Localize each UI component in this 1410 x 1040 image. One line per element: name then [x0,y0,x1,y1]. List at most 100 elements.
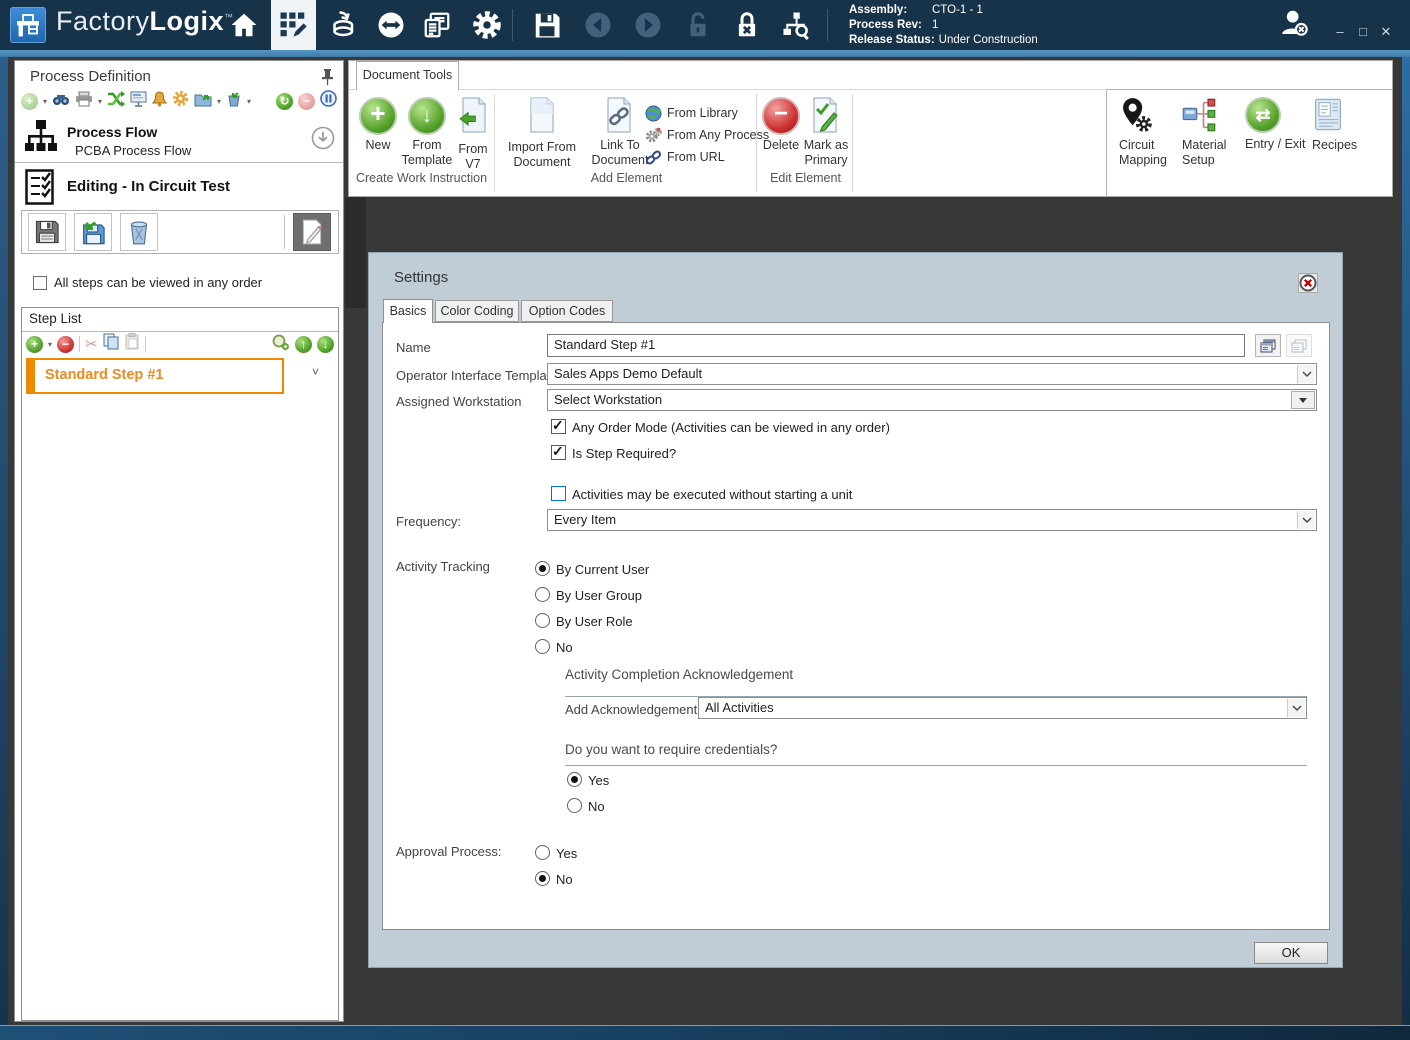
credentials-yes-radio[interactable] [567,772,582,787]
step-required-label: Is Step Required? [572,446,677,461]
print-icon[interactable] [75,91,93,112]
ok-button[interactable]: OK [1254,942,1328,964]
gear-orange-icon[interactable] [172,90,189,112]
step-list-item[interactable]: Standard Step #1 [26,358,284,394]
tracking-by-user-group-radio[interactable] [535,587,550,602]
tab-document-tools[interactable]: Document Tools [356,61,459,90]
unlock-icon[interactable] [682,9,714,41]
template-combo[interactable]: Sales Apps Demo Default [547,363,1317,385]
find-icon[interactable] [52,91,70,112]
circuit-mapping-icon [1123,98,1152,132]
save-icon[interactable] [531,9,563,41]
paste-icon[interactable] [125,333,140,355]
back-icon[interactable] [582,9,614,41]
data-import-icon[interactable] [326,9,358,41]
process-definition-icon[interactable] [277,9,309,41]
step-chevron-icon[interactable]: ˅ [312,365,319,379]
edit-buttons-bar [21,210,339,254]
save-step-button[interactable] [28,213,66,251]
ack-combo[interactable]: All Activities [698,697,1307,719]
no-unit-checkbox[interactable] [551,486,566,501]
lock-x-icon[interactable] [731,9,763,41]
add-step-icon[interactable]: + [26,335,43,353]
from-library-button[interactable]: From Library [645,103,738,123]
add-process-caret-icon[interactable]: ▾ [43,97,47,106]
presentation-icon[interactable] [130,91,147,112]
process-search-icon[interactable] [780,9,812,41]
name-label: Name [396,340,431,355]
print-caret-icon[interactable]: ▾ [98,97,102,106]
from-url-button[interactable]: From URL [645,147,725,167]
tracking-by-current-user-radio[interactable] [535,561,550,576]
approval-no-radio[interactable] [535,871,550,886]
new-document-button[interactable]: + New [355,97,401,153]
pin-icon[interactable] [321,69,334,91]
import-bin-icon[interactable] [226,91,242,112]
zoom-step-icon[interactable] [271,333,290,356]
close-button[interactable]: ✕ [1377,24,1395,40]
link-to-document-button[interactable]: Link To Document [587,97,653,168]
from-template-button[interactable]: ↓ From Template [401,97,453,168]
user-logout-icon[interactable] [1278,6,1310,38]
remove-step-icon[interactable]: − [57,335,75,353]
name-input[interactable]: Standard Step #1 [547,334,1245,357]
from-v7-button[interactable]: From V7 [453,97,493,172]
sync-icon[interactable] [375,9,407,41]
tracking-by-user-role-radio[interactable] [535,613,550,628]
circuit-mapping-button[interactable]: Circuit Mapping [1119,97,1181,169]
home-icon[interactable] [228,9,260,41]
shuffle-icon[interactable] [107,90,126,112]
open-template-editor-button[interactable] [1255,334,1281,357]
add-step-caret-icon[interactable]: ▾ [48,340,52,349]
minimize-button[interactable]: – [1331,24,1349,39]
process-info: Assembly: CTO-1 - 1 Process Rev: 1 Release… [849,3,1038,48]
tab-color-coding[interactable]: Color Coding [435,300,519,322]
credentials-no-radio[interactable] [567,798,582,813]
template-editor-disabled-button[interactable] [1286,334,1312,357]
pause-icon[interactable] [320,90,337,112]
step-required-checkbox[interactable] [551,443,566,460]
from-library-icon [645,105,662,121]
forward-icon[interactable] [632,9,664,41]
from-any-process-button[interactable]: From Any Process [645,125,769,145]
tracking-no-radio[interactable] [535,639,550,654]
move-down-icon[interactable]: ↓ [317,335,334,353]
mark-as-primary-button[interactable]: Mark as Primary [801,97,851,168]
chevron-down-icon[interactable] [1297,365,1315,383]
bell-icon[interactable] [151,90,168,112]
frequency-combo[interactable]: Every Item [547,509,1317,531]
documents-icon[interactable] [421,9,453,41]
recipes-button[interactable]: Recipes [1312,97,1372,153]
editing-checklist-icon [25,169,58,210]
import-caret-icon[interactable]: ▾ [247,97,251,106]
settings-gear-icon[interactable] [471,9,503,41]
workstation-combo[interactable]: Select Workstation [547,389,1317,411]
any-order-checkbox[interactable] [33,275,47,290]
maximize-button[interactable]: □ [1354,24,1372,39]
entry-exit-button[interactable]: ⇄ Entry / Exit [1245,97,1317,153]
tab-basics[interactable]: Basics [383,299,433,323]
dialog-close-icon[interactable] [1298,273,1318,298]
approval-yes-radio[interactable] [535,845,550,860]
delete-step-button[interactable] [120,213,158,251]
expand-circle-icon[interactable] [311,126,335,155]
any-order-mode-checkbox[interactable] [551,417,566,434]
chevron-down-icon[interactable] [1287,699,1305,717]
save-as-button[interactable] [74,213,112,251]
remove-icon[interactable]: − [298,92,315,110]
delete-element-button[interactable]: − Delete [759,97,803,153]
import-from-document-button[interactable]: Import From Document [499,97,585,170]
edit-mode-button[interactable] [293,213,331,251]
copy-icon[interactable] [103,333,120,355]
add-process-icon[interactable]: + [21,92,38,110]
material-setup-button[interactable]: Material Setup [1182,97,1244,169]
refresh-icon[interactable]: ↻ [276,92,293,110]
export-icon[interactable] [194,91,212,112]
cut-icon[interactable]: ✂ [85,335,98,353]
chevron-down-icon[interactable] [1297,511,1315,529]
export-caret-icon[interactable]: ▾ [217,97,221,106]
move-up-icon[interactable]: ↑ [295,335,312,353]
dropdown-triangle-icon[interactable] [1291,391,1315,409]
credentials-question: Do you want to require credentials? [565,742,778,757]
tab-option-codes[interactable]: Option Codes [521,300,613,322]
